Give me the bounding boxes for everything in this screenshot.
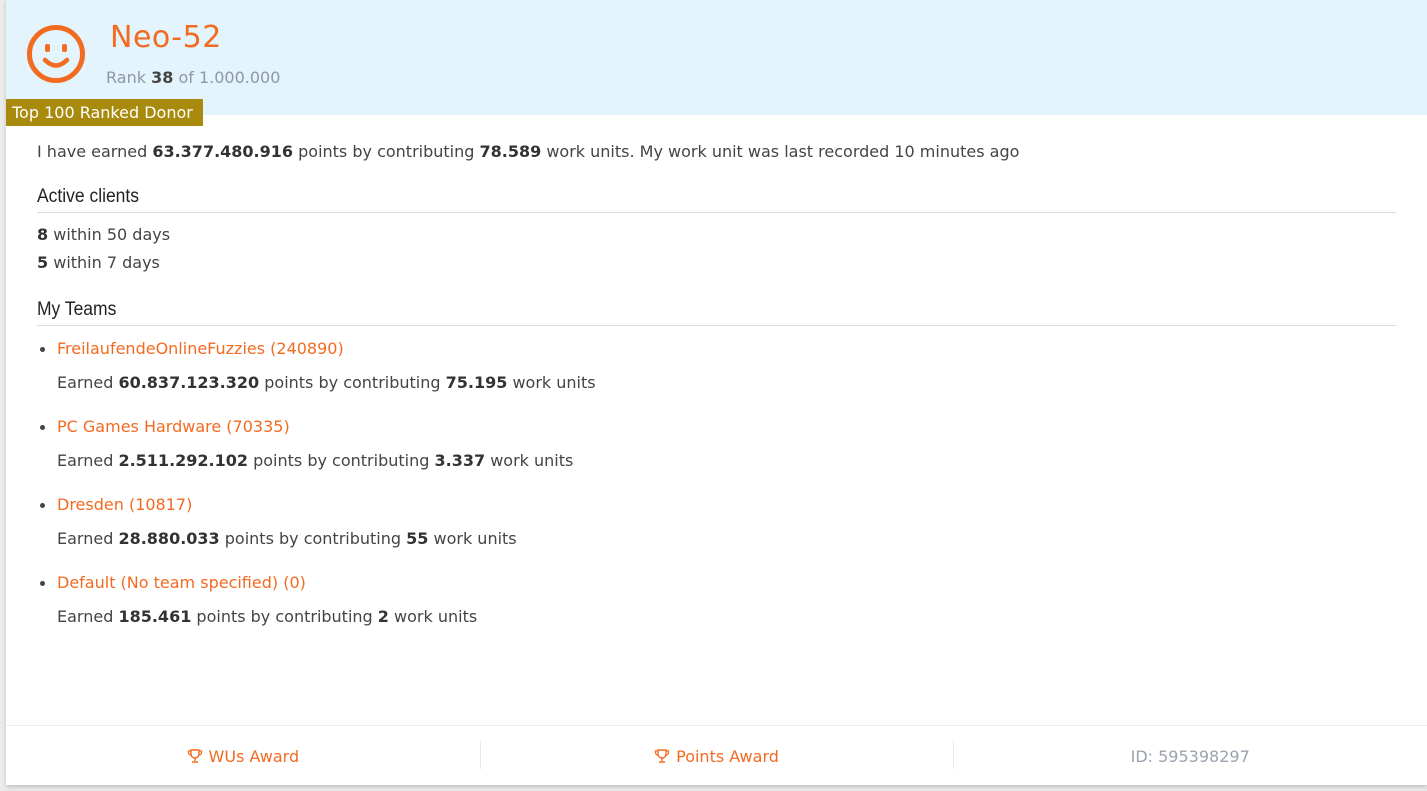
points-label: points by contributing (196, 607, 373, 626)
team-stats: Earned 2.511.292.102 points by contribut… (57, 448, 1397, 474)
earned-label: Earned (57, 529, 114, 548)
points-award-button[interactable]: Points Award (479, 726, 954, 785)
team-link[interactable]: PC Games Hardware (70335) (57, 414, 290, 440)
client-count: 5 (37, 253, 49, 272)
wu-label: work units (512, 373, 596, 392)
wu-label: work units (433, 529, 517, 548)
team-stats: Earned 28.880.033 points by contributing… (57, 526, 1397, 552)
active-clients-title: Active clients (37, 186, 1398, 213)
list-item: FreilaufendeOnlineFuzzies (240890) Earne… (37, 336, 1397, 396)
client-window: within 7 days (53, 253, 160, 272)
wu-label: work units (490, 451, 574, 470)
earned-label: Earned (57, 373, 114, 392)
wus-award-label: WUs Award (208, 746, 300, 766)
teams-list: FreilaufendeOnlineFuzzies (240890) Earne… (37, 336, 1397, 630)
team-stats: Earned 60.837.123.320 points by contribu… (57, 370, 1397, 396)
summary-text-3: work units. My work unit was last record… (546, 142, 1020, 161)
team-points: 185.461 (118, 607, 192, 626)
donor-content: I have earned 63.377.480.916 points by c… (37, 138, 1398, 648)
points-award-label: Points Award (676, 746, 779, 766)
active-clients-list: 8 within 50 days 5 within 7 days (37, 221, 1397, 277)
ranked-donor-badge: Top 100 Ranked Donor (6, 99, 203, 126)
donor-summary: I have earned 63.377.480.916 points by c… (37, 138, 1397, 166)
donor-header: Neo-52 Rank 38 of 1.000.000 (6, 0, 1427, 115)
client-count: 8 (37, 225, 49, 244)
points-label: points by contributing (253, 451, 430, 470)
list-item: Default (No team specified) (0) Earned 1… (37, 570, 1397, 630)
card-footer: WUs Award Points Award ID: 595398297 (6, 725, 1427, 785)
earned-label: Earned (57, 451, 114, 470)
team-work-units: 75.195 (445, 373, 508, 392)
trophy-icon (187, 749, 202, 763)
team-work-units: 2 (377, 607, 389, 626)
team-points: 60.837.123.320 (118, 373, 260, 392)
team-points: 2.511.292.102 (118, 451, 249, 470)
my-teams-title: My Teams (37, 299, 1398, 326)
team-work-units: 55 (406, 529, 429, 548)
team-link[interactable]: Dresden (10817) (57, 492, 192, 518)
donor-name: Neo-52 (110, 20, 222, 55)
rank-value: 38 (151, 68, 174, 87)
points-label: points by contributing (264, 373, 441, 392)
team-stats: Earned 185.461 points by contributing 2 … (57, 604, 1397, 630)
client-window: within 50 days (53, 225, 171, 244)
summary-work-units: 78.589 (479, 142, 542, 161)
summary-points: 63.377.480.916 (152, 142, 294, 161)
trophy-icon (654, 749, 670, 763)
wu-label: work units (394, 607, 478, 626)
rank-suffix: of 1.000.000 (178, 68, 281, 87)
team-link[interactable]: FreilaufendeOnlineFuzzies (240890) (57, 336, 344, 362)
team-link[interactable]: Default (No team specified) (0) (57, 570, 306, 596)
wus-award-button[interactable]: WUs Award (6, 726, 480, 785)
points-label: points by contributing (224, 529, 402, 548)
summary-text-1: I have earned (37, 142, 148, 161)
smiley-face-icon (27, 25, 85, 83)
active-clients-50-days: 8 within 50 days (37, 221, 1397, 249)
active-clients-7-days: 5 within 7 days (37, 249, 1397, 277)
donor-card: Neo-52 Rank 38 of 1.000.000 Top 100 Rank… (6, 0, 1427, 785)
list-item: Dresden (10817) Earned 28.880.033 points… (37, 492, 1397, 552)
team-points: 28.880.033 (118, 529, 220, 548)
list-item: PC Games Hardware (70335) Earned 2.511.2… (37, 414, 1397, 474)
team-work-units: 3.337 (434, 451, 486, 470)
summary-text-2: points by contributing (298, 142, 475, 161)
my-teams-title-text: My Teams (37, 299, 117, 320)
rank-prefix: Rank (106, 68, 146, 87)
donor-id: ID: 595398297 (953, 726, 1427, 785)
donor-rank: Rank 38 of 1.000.000 (106, 68, 280, 87)
earned-label: Earned (57, 607, 114, 626)
active-clients-title-text: Active clients (37, 186, 140, 207)
